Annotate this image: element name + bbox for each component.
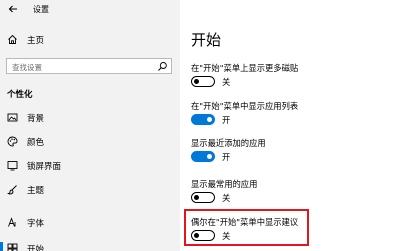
section-title: 个性化 (7, 90, 33, 100)
setting-label: 显示最常用的应用 (191, 179, 258, 189)
setting-label: 显示最近添加的应用 (191, 138, 266, 148)
recently-added-toggle[interactable] (191, 151, 215, 162)
setting-label: 偶尔在"开始"菜单中显示建议 (191, 217, 299, 227)
search-icon[interactable] (157, 61, 168, 72)
setting-suggestions: 偶尔在"开始"菜单中显示建议 关 (191, 216, 396, 241)
sidebar-item-colors[interactable]: 颜色 (0, 135, 180, 149)
toggle-state: 开 (222, 152, 231, 162)
toggle-row: 关 (191, 230, 271, 241)
lock-screen-icon (7, 160, 18, 171)
sidebar: 设置 主页 查找设置 个性化 背景 颜色 锁屏界面 主题 字体 开始 (0, 0, 180, 251)
setting-label: 在"开始"菜单上显示更多磁贴 (191, 63, 299, 73)
sidebar-item-home[interactable]: 主页 (0, 33, 180, 47)
sidebar-item-lock-screen[interactable]: 锁屏界面 (0, 159, 180, 173)
setting-app-list: 在"开始"菜单中显示应用列表 开 (191, 100, 396, 125)
toggle-row: 关 (191, 76, 271, 87)
app-title: 设置 (33, 5, 49, 14)
picture-icon (7, 112, 18, 123)
toggle-knob (207, 153, 212, 159)
most-used-toggle[interactable] (191, 192, 215, 203)
sidebar-item-themes[interactable]: 主题 (0, 183, 180, 197)
setting-most-used: 显示最常用的应用 关 (191, 178, 396, 203)
toggle-row: 关 (191, 192, 271, 203)
toggle-knob (194, 78, 199, 84)
sidebar-item-label: 开始 (27, 245, 45, 251)
toggle-state: 关 (222, 77, 231, 87)
toggle-state: 关 (222, 193, 231, 203)
page-title: 开始 (191, 31, 222, 49)
home-icon (7, 34, 18, 45)
more-tiles-toggle[interactable] (191, 76, 215, 87)
sidebar-item-label: 主题 (27, 186, 45, 196)
sidebar-item-label: 背景 (27, 114, 45, 124)
brush-icon (7, 184, 18, 195)
sidebar-item-label: 颜色 (27, 138, 45, 148)
sidebar-item-start[interactable]: 开始 (0, 242, 180, 251)
toggle-state: 关 (222, 231, 231, 241)
start-icon (7, 243, 18, 251)
toggle-knob (194, 232, 199, 238)
setting-recently-added: 显示最近添加的应用 开 (191, 137, 396, 162)
toggle-knob (207, 116, 212, 122)
title-bar: 设置 (0, 0, 180, 18)
sidebar-item-background[interactable]: 背景 (0, 111, 180, 125)
palette-icon (7, 136, 18, 147)
sidebar-item-label: 锁屏界面 (27, 162, 62, 172)
toggle-row: 开 (191, 114, 271, 125)
app-list-toggle[interactable] (191, 114, 215, 125)
active-indicator (0, 242, 3, 251)
main-panel: 开始 在"开始"菜单上显示更多磁贴 关 在"开始"菜单中显示应用列表 开 显示最… (180, 0, 400, 251)
sidebar-item-label: 主页 (27, 36, 45, 46)
search-placeholder: 查找设置 (12, 63, 42, 72)
back-button[interactable] (7, 3, 19, 15)
font-icon (7, 217, 18, 228)
suggestions-toggle[interactable] (191, 230, 215, 241)
toggle-knob (194, 194, 199, 200)
toggle-row: 开 (191, 151, 271, 162)
search-input[interactable]: 查找设置 (6, 58, 172, 74)
toggle-state: 开 (222, 115, 231, 125)
setting-more-tiles: 在"开始"菜单上显示更多磁贴 关 (191, 62, 396, 87)
back-arrow-icon (8, 5, 17, 13)
sidebar-item-fonts[interactable]: 字体 (0, 216, 180, 230)
setting-label: 在"开始"菜单中显示应用列表 (191, 101, 299, 111)
sidebar-item-label: 字体 (27, 219, 45, 229)
